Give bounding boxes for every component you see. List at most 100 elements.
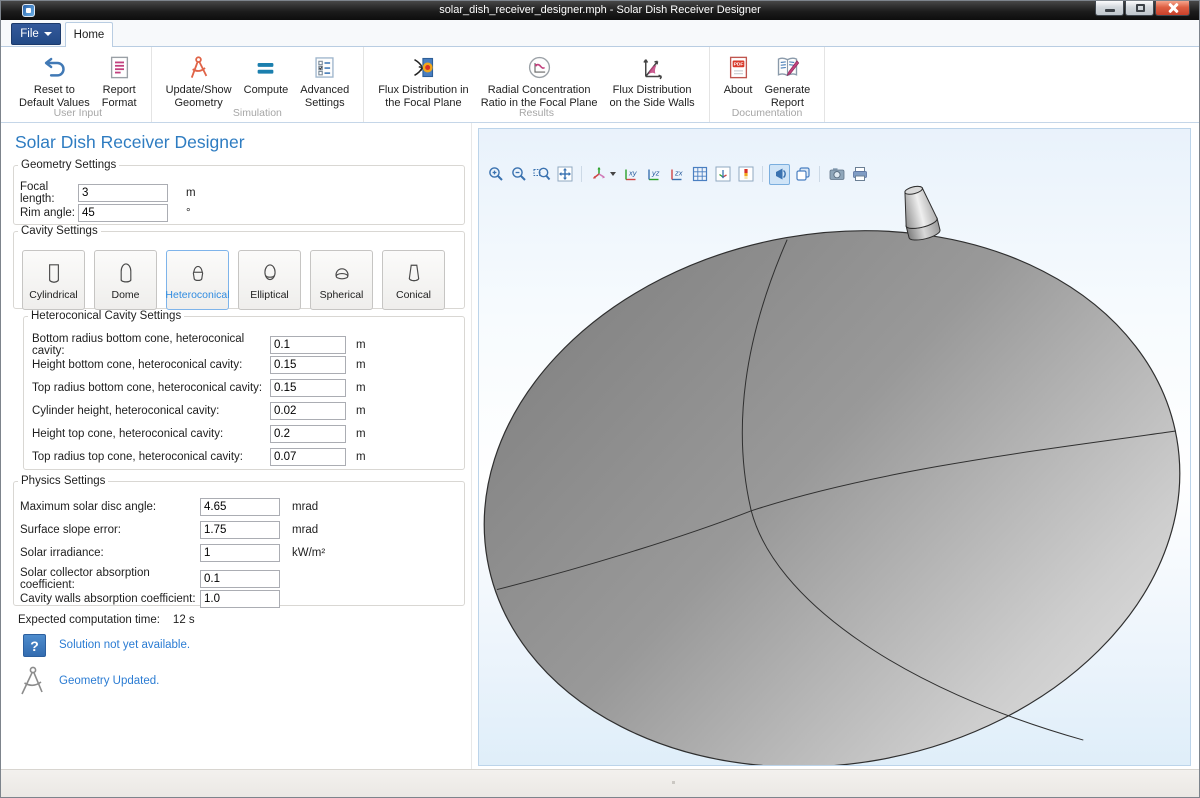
elliptical-cavity-icon — [255, 260, 285, 288]
close-button[interactable] — [1155, 1, 1190, 16]
height-top-cone-input[interactable] — [270, 425, 346, 443]
update-show-geometry-button[interactable]: Update/Show Geometry — [160, 53, 238, 110]
flux-distribution-side-walls-button[interactable]: Flux Distribution on the Side Walls — [603, 53, 700, 110]
rim-angle-input[interactable] — [78, 204, 168, 222]
radial-concentration-ratio-button[interactable]: Radial Concentration Ratio in the Focal … — [475, 53, 604, 110]
field-row: Cylinder height, heteroconical cavity: m — [32, 402, 366, 420]
ribbon-group-documentation: PDF About Generate Report Documentation — [710, 47, 826, 122]
svg-text:xy: xy — [628, 169, 638, 178]
maximize-icon — [1136, 4, 1145, 12]
geometry-compass-status-icon — [17, 664, 47, 698]
cylindrical-cavity-icon — [39, 260, 69, 288]
chevron-down-icon — [44, 32, 52, 36]
yz-view-icon: yz — [645, 165, 663, 183]
heteroconical-settings-group: Heteroconical Cavity Settings Bottom rad… — [23, 310, 465, 470]
geometry-compass-icon — [185, 54, 212, 81]
button-label: Advanced Settings — [300, 84, 349, 109]
zoom-box-button[interactable] — [531, 164, 552, 185]
flux-distribution-focal-plane-button[interactable]: Flux Distribution in the Focal Plane — [372, 53, 474, 110]
default-view-button[interactable] — [712, 164, 733, 185]
field-label: Surface slope error: — [20, 524, 200, 536]
field-unit: kW/m² — [292, 547, 325, 559]
field-unit: m — [356, 428, 366, 440]
ribbon-group-label: User Input — [5, 107, 151, 119]
graphics-toolbar: xy yz zx — [485, 163, 870, 185]
compute-button[interactable]: Compute — [238, 53, 295, 98]
button-label: Flux Distribution on the Side Walls — [609, 84, 694, 109]
cavity-option-heteroconical[interactable]: Heteroconical — [166, 250, 229, 310]
screenshot-button[interactable] — [826, 164, 847, 185]
print-button[interactable] — [849, 164, 870, 185]
solar-dish — [479, 177, 1190, 765]
field-row: Surface slope error: mrad — [20, 521, 318, 539]
app-window: solar_dish_receiver_designer.mph - Solar… — [0, 0, 1200, 798]
reset-to-default-values-button[interactable]: Reset to Default Values — [13, 53, 96, 110]
heteroconical-cavity-icon — [183, 260, 213, 288]
field-label: Height bottom cone, heteroconical cavity… — [32, 359, 270, 371]
tab-home[interactable]: Home — [65, 22, 113, 47]
help-icon[interactable]: ? — [23, 634, 46, 657]
advanced-settings-button[interactable]: Advanced Settings — [294, 53, 355, 110]
go-to-zx-view-button[interactable]: zx — [666, 164, 687, 185]
cavity-walls-absorption-input[interactable] — [200, 590, 280, 608]
generate-report-button[interactable]: Generate Report — [758, 53, 816, 110]
field-row: Cavity walls absorption coefficient: — [20, 590, 292, 608]
height-bottom-cone-input[interactable] — [270, 356, 346, 374]
computation-time-label: Expected computation time: — [18, 614, 160, 626]
group-legend: Cavity Settings — [18, 225, 101, 237]
surface-slope-error-input[interactable] — [200, 521, 280, 539]
button-label: Update/Show Geometry — [166, 84, 232, 109]
max-solar-disc-angle-input[interactable] — [200, 498, 280, 516]
top-radius-top-cone-input[interactable] — [270, 448, 346, 466]
about-button[interactable]: PDF About — [718, 53, 759, 98]
ribbon-buttons: Update/Show Geometry Compute Advanced Se… — [160, 53, 356, 106]
cavity-option-cylindrical[interactable]: Cylindrical — [22, 250, 85, 310]
report-format-button[interactable]: Report Format — [96, 53, 143, 110]
field-label: Height top cone, heteroconical cavity: — [32, 428, 270, 440]
cavity-option-conical[interactable]: Conical — [382, 250, 445, 310]
zoom-in-button[interactable] — [485, 164, 506, 185]
transparency-button[interactable] — [792, 164, 813, 185]
ribbon: Reset to Default Values Report Format Us… — [1, 46, 1199, 123]
solar-collector-absorption-input[interactable] — [200, 570, 280, 588]
toolbar-separator — [819, 166, 820, 182]
spherical-cavity-icon — [327, 260, 357, 288]
cavity-option-dome[interactable]: Dome — [94, 250, 157, 310]
color-legend-button[interactable] — [735, 164, 756, 185]
field-row: Solar collector absorption coefficient: — [20, 567, 292, 591]
maximize-button[interactable] — [1125, 1, 1154, 16]
go-to-yz-view-button[interactable]: yz — [643, 164, 664, 185]
show-grid-button[interactable] — [689, 164, 710, 185]
scene-light-button[interactable] — [769, 164, 790, 185]
zoom-out-button[interactable] — [508, 164, 529, 185]
zoom-out-icon — [510, 165, 528, 183]
grid-icon — [691, 165, 709, 183]
group-legend: Physics Settings — [18, 475, 108, 487]
field-label: Solar collector absorption coefficient: — [20, 567, 200, 591]
minimize-button[interactable] — [1095, 1, 1124, 16]
view-menu-button[interactable] — [588, 164, 618, 185]
file-menu-button[interactable]: File — [11, 23, 61, 45]
computation-time: Expected computation time:12 s — [18, 614, 195, 626]
field-label: Cylinder height, heteroconical cavity: — [32, 405, 270, 417]
solution-status-message: Solution not yet available. — [59, 639, 190, 651]
panel-divider — [471, 123, 472, 769]
field-unit: m — [186, 187, 196, 199]
cavity-option-elliptical[interactable]: Elliptical — [238, 250, 301, 310]
default-view-icon — [714, 165, 732, 183]
cylinder-height-input[interactable] — [270, 402, 346, 420]
cavity-option-label: Dome — [111, 289, 139, 301]
3d-scene[interactable] — [479, 129, 1190, 765]
focal-length-input[interactable] — [78, 184, 168, 202]
cavity-option-spherical[interactable]: Spherical — [310, 250, 373, 310]
title-bar[interactable]: solar_dish_receiver_designer.mph - Solar… — [1, 1, 1199, 20]
pdf-label: PDF — [733, 62, 743, 68]
zoom-box-icon — [533, 165, 551, 183]
ribbon-buttons: Reset to Default Values Report Format — [13, 53, 143, 106]
go-to-xy-view-button[interactable]: xy — [620, 164, 641, 185]
zoom-extents-button[interactable] — [554, 164, 575, 185]
bottom-radius-bottom-cone-input[interactable] — [270, 336, 346, 354]
solar-irradiance-input[interactable] — [200, 544, 280, 562]
top-radius-bottom-cone-input[interactable] — [270, 379, 346, 397]
group-legend: Geometry Settings — [18, 159, 119, 171]
